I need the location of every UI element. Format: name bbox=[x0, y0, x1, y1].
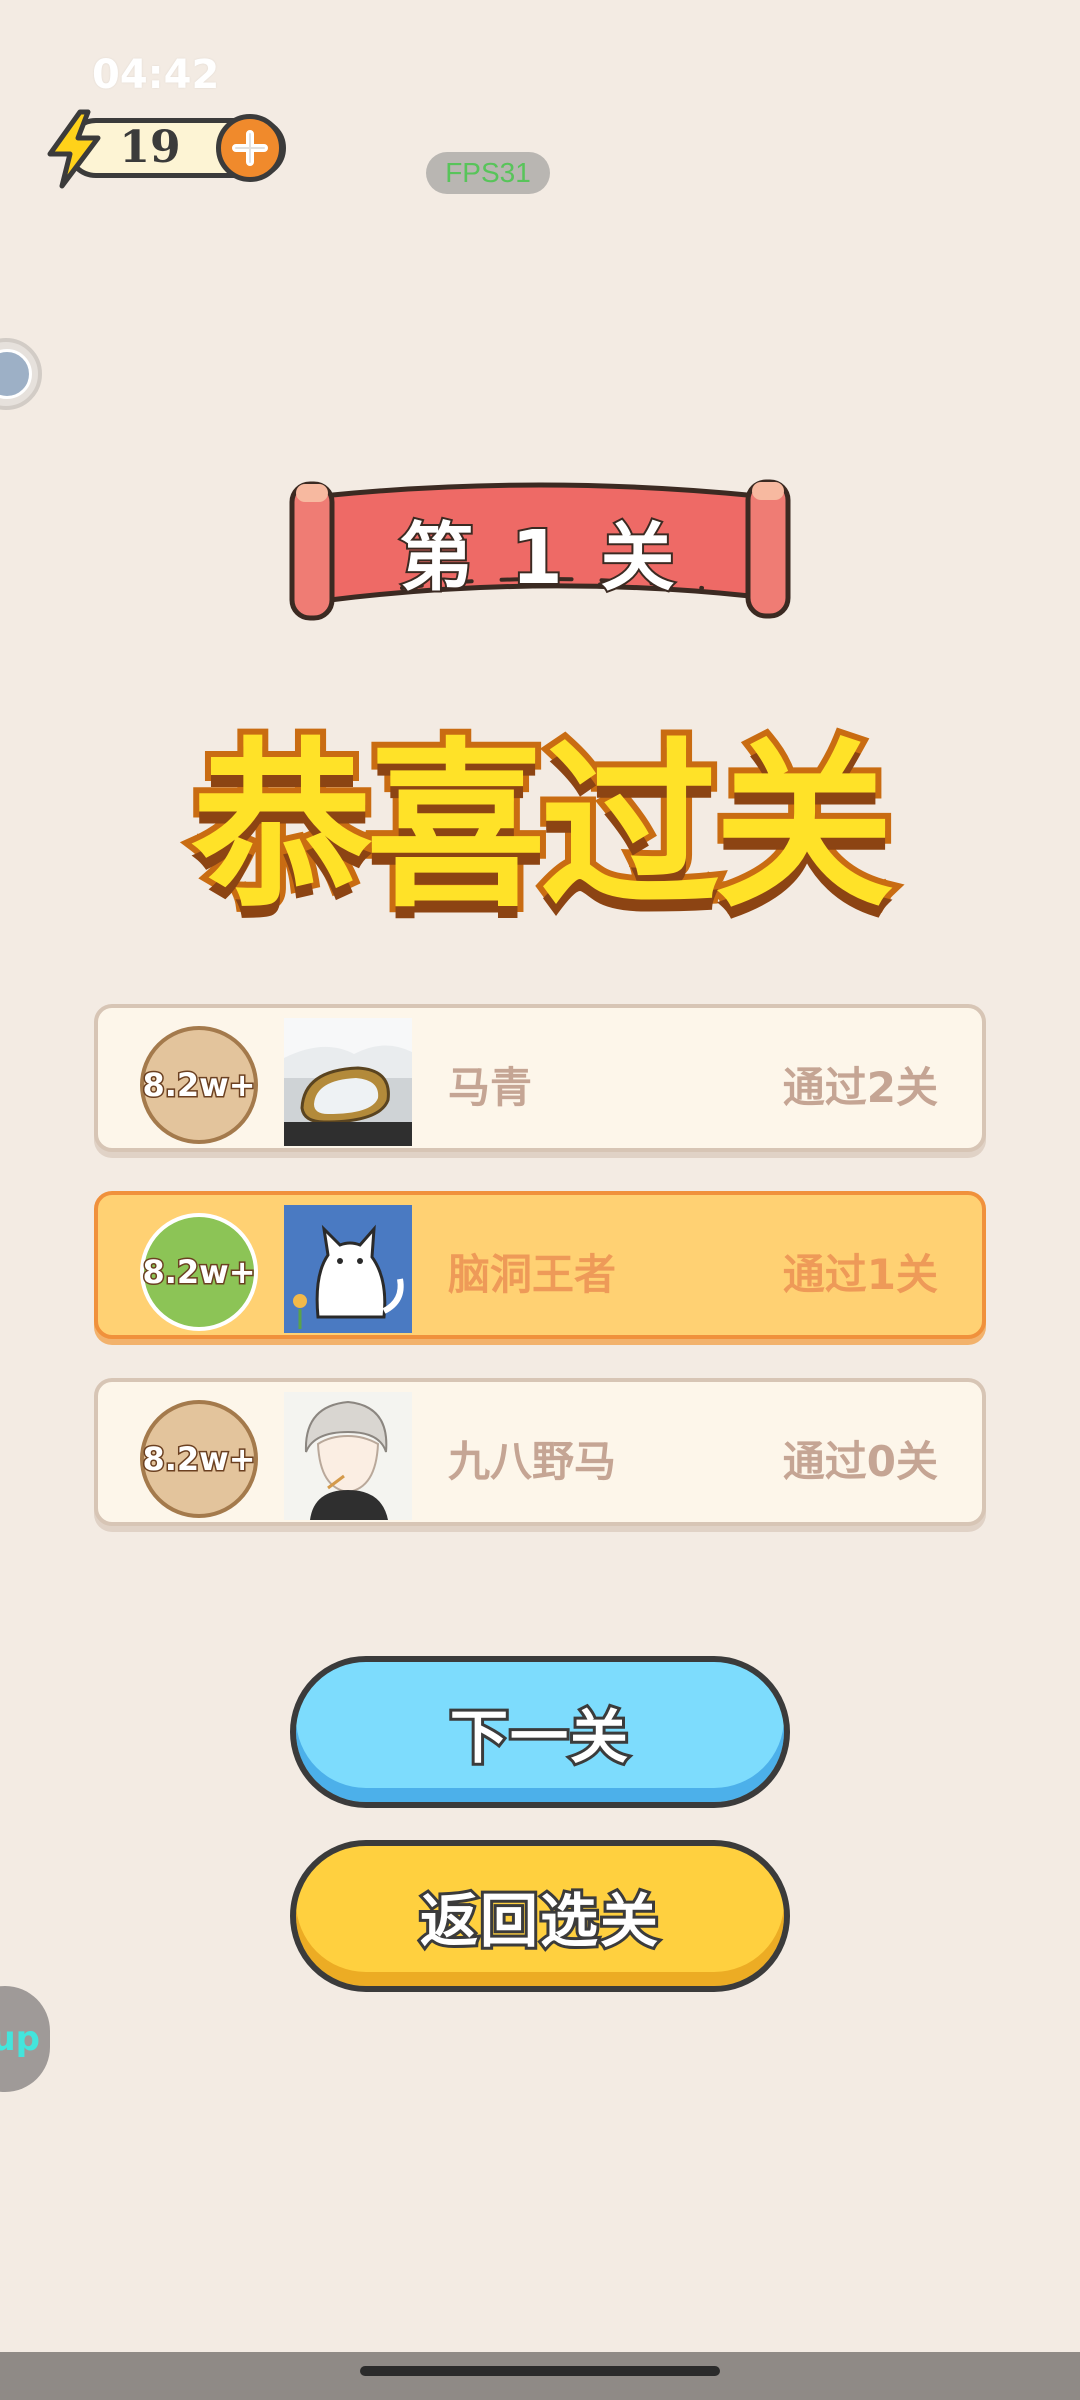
plus-icon bbox=[232, 130, 268, 166]
levels-passed: 通过0关 bbox=[782, 1437, 938, 1486]
rank-badge: 8.2w+ bbox=[140, 1213, 258, 1331]
floating-tool-bubble[interactable]: up bbox=[0, 1986, 50, 2092]
white-cat-avatar bbox=[284, 1205, 412, 1333]
status-time: 04:42 bbox=[92, 52, 220, 98]
rank-badge: 8.2w+ bbox=[140, 1026, 258, 1144]
congrats-title: 恭喜过关 bbox=[186, 717, 900, 938]
add-energy-button[interactable] bbox=[216, 114, 284, 182]
rank-badge: 8.2w+ bbox=[140, 1400, 258, 1518]
car-mirror-snow-avatar bbox=[284, 1018, 412, 1146]
back-to-level-select-button[interactable]: 返回选关 bbox=[290, 1840, 790, 1992]
energy-count: 19 bbox=[119, 122, 181, 173]
next-level-button[interactable]: 下一关 bbox=[290, 1656, 790, 1808]
energy-counter[interactable]: 19 bbox=[40, 108, 290, 190]
floating-assistant-bubble[interactable] bbox=[0, 338, 42, 410]
home-gesture-handle[interactable] bbox=[360, 2366, 720, 2376]
player-name: 脑洞王者 bbox=[448, 1250, 617, 1299]
leaderboard-row: 8.2w+ 马青 通过2关 bbox=[94, 1004, 986, 1152]
assistant-avatar bbox=[0, 349, 32, 399]
lightning-bolt-icon bbox=[47, 109, 101, 189]
leaderboard-row-current: 8.2w+ 脑洞王者 通过1关 bbox=[94, 1191, 986, 1339]
player-name: 九八野马 bbox=[448, 1437, 617, 1486]
fps-badge: FPS31 bbox=[426, 152, 550, 194]
level-label: 第 1 关 bbox=[397, 513, 681, 603]
system-nav-bar bbox=[0, 2352, 1080, 2400]
player-name: 马青 bbox=[448, 1063, 533, 1112]
anime-boy-avatar bbox=[284, 1392, 412, 1520]
leaderboard-row: 8.2w+ 九八野马 通过0关 bbox=[94, 1378, 986, 1526]
level-banner: 第 1 关 bbox=[282, 470, 798, 640]
levels-passed: 通过2关 bbox=[782, 1063, 938, 1112]
floating-tool-label: up bbox=[0, 2019, 40, 2059]
levels-passed: 通过1关 bbox=[782, 1250, 938, 1299]
